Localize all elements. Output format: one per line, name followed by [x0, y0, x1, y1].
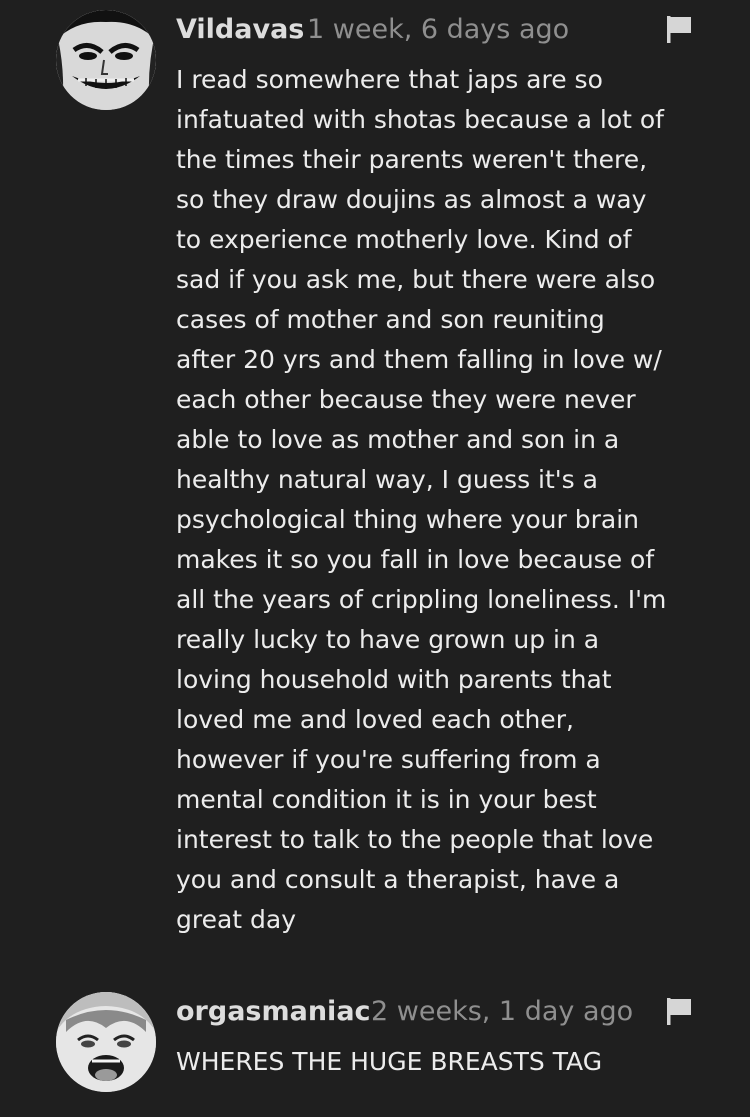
comment-text: WHERES THE HUGE BREASTS TAG — [176, 1047, 603, 1076]
comment-meta: orgasmaniac 2 weeks, 1 day ago — [176, 992, 694, 1032]
timestamp: 2 weeks, 1 day ago — [371, 996, 634, 1027]
avatar-anime-face-icon — [56, 992, 156, 1092]
user-avatar[interactable] — [56, 10, 156, 110]
username[interactable]: Vildavas — [176, 10, 304, 50]
comment-text: I read somewhere that japs are so infatu… — [176, 65, 667, 934]
username[interactable]: orgasmaniac — [176, 992, 371, 1032]
flag-icon[interactable] — [664, 996, 694, 1026]
timestamp: 1 week, 6 days ago — [307, 14, 570, 45]
comment-meta: Vildavas 1 week, 6 days ago — [176, 10, 694, 50]
flag-icon[interactable] — [664, 14, 694, 44]
user-avatar[interactable] — [56, 992, 156, 1092]
avatar-grinning-face-icon — [56, 10, 156, 110]
